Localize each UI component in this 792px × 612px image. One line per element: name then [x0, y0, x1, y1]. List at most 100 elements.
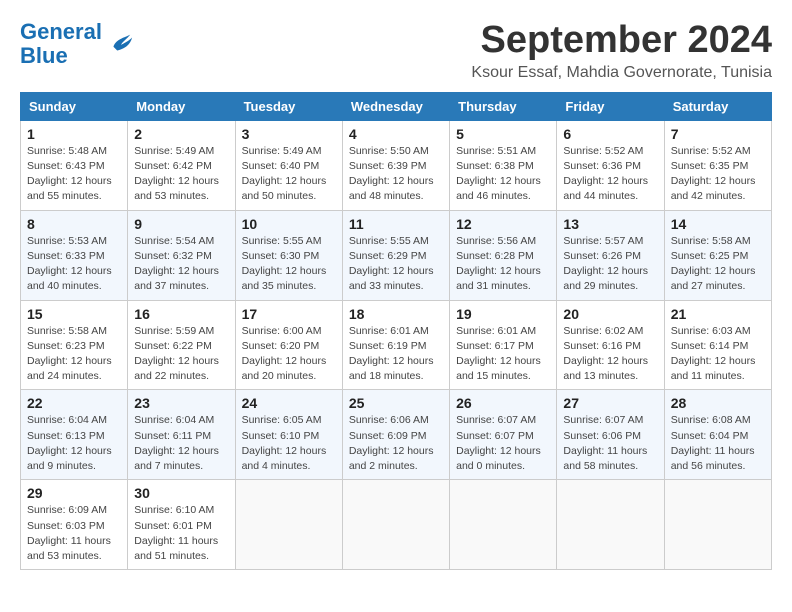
logo-bird-icon — [106, 30, 134, 58]
day-number: 22 — [27, 395, 121, 411]
weekday-header-tuesday: Tuesday — [235, 92, 342, 120]
day-info: Sunrise: 6:07 AM Sunset: 6:06 PM Dayligh… — [563, 413, 657, 474]
day-info: Sunrise: 6:00 AM Sunset: 6:20 PM Dayligh… — [242, 324, 336, 385]
day-info: Sunrise: 6:01 AM Sunset: 6:19 PM Dayligh… — [349, 324, 443, 385]
weekday-header-friday: Friday — [557, 92, 664, 120]
calendar-cell: 20Sunrise: 6:02 AM Sunset: 6:16 PM Dayli… — [557, 300, 664, 390]
calendar-cell: 5Sunrise: 5:51 AM Sunset: 6:38 PM Daylig… — [450, 120, 557, 210]
day-number: 28 — [671, 395, 765, 411]
day-number: 21 — [671, 306, 765, 322]
day-number: 17 — [242, 306, 336, 322]
calendar-cell: 24 Sunrise: 6:05 AM Sunset: 6:10 PM Dayli… — [235, 390, 342, 480]
day-number: 6 — [563, 126, 657, 142]
day-info: Sunrise: 5:55 AM Sunset: 6:29 PM Dayligh… — [349, 234, 443, 295]
day-number: 12 — [456, 216, 550, 232]
week-row-5: 29 Sunrise: 6:09 AM Sunset: 6:03 PM Dayli… — [21, 480, 772, 570]
day-info: Sunrise: 5:52 AM Sunset: 6:36 PM Dayligh… — [563, 144, 657, 205]
day-info: Sunrise: 6:04 AM Sunset: 6:11 PM Dayligh… — [134, 413, 228, 474]
day-number: 23 — [134, 395, 228, 411]
logo-line1: General — [20, 20, 102, 44]
calendar-cell — [557, 480, 664, 570]
week-row-3: 15Sunrise: 5:58 AM Sunset: 6:23 PM Dayli… — [21, 300, 772, 390]
day-number: 3 — [242, 126, 336, 142]
calendar-cell: 9 Sunrise: 5:54 AM Sunset: 6:32 PM Daylig… — [128, 210, 235, 300]
weekday-header-saturday: Saturday — [664, 92, 771, 120]
location-subtitle: Ksour Essaf, Mahdia Governorate, Tunisia — [471, 64, 772, 82]
day-number: 2 — [134, 126, 228, 142]
week-row-2: 8 Sunrise: 5:53 AM Sunset: 6:33 PM Daylig… — [21, 210, 772, 300]
day-info: Sunrise: 5:49 AM Sunset: 6:42 PM Dayligh… — [134, 144, 228, 205]
day-info: Sunrise: 6:09 AM Sunset: 6:03 PM Dayligh… — [27, 503, 121, 564]
calendar-cell: 26 Sunrise: 6:07 AM Sunset: 6:07 PM Dayli… — [450, 390, 557, 480]
week-row-4: 22Sunrise: 6:04 AM Sunset: 6:13 PM Dayli… — [21, 390, 772, 480]
calendar-cell: 12 Sunrise: 5:56 AM Sunset: 6:28 PM Dayli… — [450, 210, 557, 300]
day-number: 30 — [134, 485, 228, 501]
weekday-header-row: SundayMondayTuesdayWednesdayThursdayFrid… — [21, 92, 772, 120]
day-info: Sunrise: 6:07 AM Sunset: 6:07 PM Dayligh… — [456, 413, 550, 474]
calendar-cell: 17 Sunrise: 6:00 AM Sunset: 6:20 PM Dayli… — [235, 300, 342, 390]
day-info: Sunrise: 5:58 AM Sunset: 6:23 PM Dayligh… — [27, 324, 121, 385]
day-info: Sunrise: 5:53 AM Sunset: 6:33 PM Dayligh… — [27, 234, 121, 295]
day-number: 8 — [27, 216, 121, 232]
day-number: 10 — [242, 216, 336, 232]
day-number: 24 — [242, 395, 336, 411]
day-info: Sunrise: 6:06 AM Sunset: 6:09 PM Dayligh… — [349, 413, 443, 474]
calendar-cell: 14Sunrise: 5:58 AM Sunset: 6:25 PM Dayli… — [664, 210, 771, 300]
day-info: Sunrise: 5:59 AM Sunset: 6:22 PM Dayligh… — [134, 324, 228, 385]
calendar-cell — [235, 480, 342, 570]
day-number: 19 — [456, 306, 550, 322]
day-info: Sunrise: 5:54 AM Sunset: 6:32 PM Dayligh… — [134, 234, 228, 295]
day-info: Sunrise: 6:03 AM Sunset: 6:14 PM Dayligh… — [671, 324, 765, 385]
page-header: General Blue September 2024 Ksour Essaf,… — [20, 20, 772, 82]
day-info: Sunrise: 5:58 AM Sunset: 6:25 PM Dayligh… — [671, 234, 765, 295]
day-number: 20 — [563, 306, 657, 322]
calendar-cell: 2 Sunrise: 5:49 AM Sunset: 6:42 PM Daylig… — [128, 120, 235, 210]
title-block: September 2024 Ksour Essaf, Mahdia Gover… — [471, 20, 772, 82]
day-number: 18 — [349, 306, 443, 322]
calendar-cell: 30 Sunrise: 6:10 AM Sunset: 6:01 PM Dayli… — [128, 480, 235, 570]
logo-line2: Blue — [20, 44, 102, 68]
day-number: 27 — [563, 395, 657, 411]
day-info: Sunrise: 5:56 AM Sunset: 6:28 PM Dayligh… — [456, 234, 550, 295]
day-number: 29 — [27, 485, 121, 501]
calendar-cell: 10Sunrise: 5:55 AM Sunset: 6:30 PM Dayli… — [235, 210, 342, 300]
day-number: 16 — [134, 306, 228, 322]
calendar-cell: 11Sunrise: 5:55 AM Sunset: 6:29 PM Dayli… — [342, 210, 449, 300]
day-number: 4 — [349, 126, 443, 142]
calendar-cell: 23 Sunrise: 6:04 AM Sunset: 6:11 PM Dayli… — [128, 390, 235, 480]
day-number: 1 — [27, 126, 121, 142]
weekday-header-sunday: Sunday — [21, 92, 128, 120]
calendar-cell: 4 Sunrise: 5:50 AM Sunset: 6:39 PM Daylig… — [342, 120, 449, 210]
calendar-cell: 18 Sunrise: 6:01 AM Sunset: 6:19 PM Dayli… — [342, 300, 449, 390]
day-info: Sunrise: 5:57 AM Sunset: 6:26 PM Dayligh… — [563, 234, 657, 295]
day-number: 7 — [671, 126, 765, 142]
day-number: 13 — [563, 216, 657, 232]
day-number: 5 — [456, 126, 550, 142]
week-row-1: 1 Sunrise: 5:48 AM Sunset: 6:43 PM Daylig… — [21, 120, 772, 210]
calendar-cell — [342, 480, 449, 570]
day-number: 9 — [134, 216, 228, 232]
calendar-cell: 6 Sunrise: 5:52 AM Sunset: 6:36 PM Daylig… — [557, 120, 664, 210]
weekday-header-monday: Monday — [128, 92, 235, 120]
calendar-cell: 22Sunrise: 6:04 AM Sunset: 6:13 PM Dayli… — [21, 390, 128, 480]
day-info: Sunrise: 6:01 AM Sunset: 6:17 PM Dayligh… — [456, 324, 550, 385]
calendar-cell: 3 Sunrise: 5:49 AM Sunset: 6:40 PM Daylig… — [235, 120, 342, 210]
calendar-cell: 7 Sunrise: 5:52 AM Sunset: 6:35 PM Daylig… — [664, 120, 771, 210]
calendar-cell: 29 Sunrise: 6:09 AM Sunset: 6:03 PM Dayli… — [21, 480, 128, 570]
calendar-cell — [450, 480, 557, 570]
month-title: September 2024 — [471, 20, 772, 62]
day-info: Sunrise: 5:52 AM Sunset: 6:35 PM Dayligh… — [671, 144, 765, 205]
day-info: Sunrise: 6:05 AM Sunset: 6:10 PM Dayligh… — [242, 413, 336, 474]
day-number: 25 — [349, 395, 443, 411]
day-info: Sunrise: 5:50 AM Sunset: 6:39 PM Dayligh… — [349, 144, 443, 205]
calendar-table: SundayMondayTuesdayWednesdayThursdayFrid… — [20, 92, 772, 570]
day-info: Sunrise: 5:49 AM Sunset: 6:40 PM Dayligh… — [242, 144, 336, 205]
calendar-cell: 16 Sunrise: 5:59 AM Sunset: 6:22 PM Dayli… — [128, 300, 235, 390]
weekday-header-wednesday: Wednesday — [342, 92, 449, 120]
day-info: Sunrise: 5:48 AM Sunset: 6:43 PM Dayligh… — [27, 144, 121, 205]
calendar-cell: 8 Sunrise: 5:53 AM Sunset: 6:33 PM Daylig… — [21, 210, 128, 300]
weekday-header-thursday: Thursday — [450, 92, 557, 120]
day-number: 26 — [456, 395, 550, 411]
day-info: Sunrise: 6:10 AM Sunset: 6:01 PM Dayligh… — [134, 503, 228, 564]
calendar-cell: 1 Sunrise: 5:48 AM Sunset: 6:43 PM Daylig… — [21, 120, 128, 210]
